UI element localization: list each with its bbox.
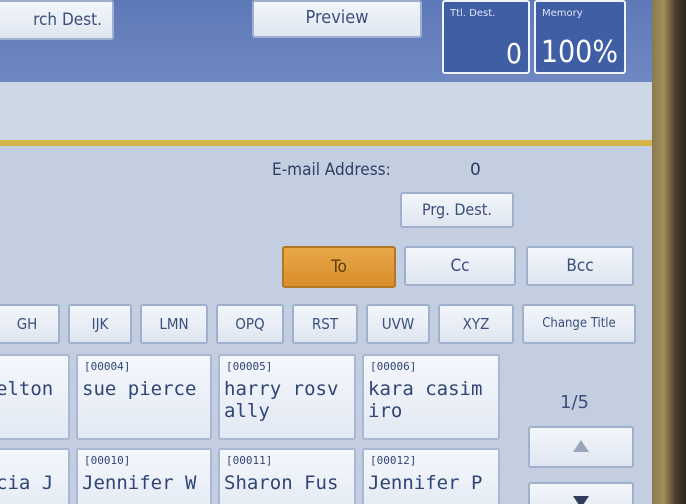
page-down-button[interactable]: [528, 482, 634, 504]
destination-number: [00011]: [226, 454, 273, 467]
destination-name: Jennifer W: [82, 472, 197, 494]
arrow-down-icon: [573, 496, 589, 504]
destination-name: harry rosv ally: [224, 378, 350, 422]
tab-gh[interactable]: GH: [0, 304, 60, 344]
tab-rst[interactable]: RST: [292, 304, 358, 344]
destination-card[interactable]: cia J: [0, 448, 70, 504]
destination-card[interactable]: [00004] sue pierce: [76, 354, 212, 440]
destination-name: Sharon Fus: [224, 472, 339, 494]
preview-button[interactable]: Preview: [252, 0, 422, 38]
email-address-count: 0: [470, 160, 481, 180]
destination-card[interactable]: [00011] Sharon Fus: [218, 448, 356, 504]
destination-name: cia J: [0, 472, 54, 494]
destination-card[interactable]: elton: [0, 354, 70, 440]
destination-name: elton: [0, 378, 54, 400]
tab-opq[interactable]: OPQ: [216, 304, 284, 344]
destination-card[interactable]: [00010] Jennifer W: [76, 448, 212, 504]
destination-card[interactable]: [00005] harry rosv ally: [218, 354, 356, 440]
info-band: [0, 82, 652, 140]
bcc-button[interactable]: Bcc: [526, 246, 634, 286]
destination-number: [00012]: [370, 454, 417, 467]
search-dest-button[interactable]: rch Dest.: [0, 0, 114, 40]
page-indicator: 1/5: [560, 392, 589, 413]
memory-value: 100%: [540, 35, 618, 70]
tab-uvw[interactable]: UVW: [366, 304, 430, 344]
destination-name: sue pierce: [82, 378, 197, 400]
destination-name: Jennifer P: [368, 472, 483, 494]
destination-number: [00005]: [226, 360, 273, 373]
to-button[interactable]: To: [282, 246, 396, 288]
arrow-up-icon: [573, 440, 589, 452]
email-address-label: E-mail Address:: [272, 160, 391, 180]
destination-number: [00004]: [84, 360, 131, 373]
memory-label: Memory: [542, 8, 583, 19]
destination-number: [00006]: [370, 360, 417, 373]
page-up-button[interactable]: [528, 426, 634, 468]
memory-counter: Memory 100%: [534, 0, 626, 74]
tab-xyz[interactable]: XYZ: [438, 304, 514, 344]
device-bezel: [652, 0, 686, 504]
change-title-button[interactable]: Change Title: [522, 304, 636, 344]
destination-card[interactable]: [00006] kara casim iro: [362, 354, 500, 440]
destination-card[interactable]: [00012] Jennifer P: [362, 448, 500, 504]
tab-lmn[interactable]: LMN: [140, 304, 208, 344]
program-destination-button[interactable]: Prg. Dest.: [400, 192, 514, 228]
destination-name: kara casim iro: [368, 378, 494, 422]
destination-number: [00010]: [84, 454, 131, 467]
total-dest-value: 0: [505, 37, 522, 70]
tab-ijk[interactable]: IJK: [68, 304, 132, 344]
cc-button[interactable]: Cc: [404, 246, 516, 286]
total-destinations-counter: Ttl. Dest. 0: [442, 0, 530, 74]
touch-panel-screen: rch Dest. Preview Ttl. Dest. 0 Memory 10…: [0, 0, 652, 504]
total-dest-label: Ttl. Dest.: [450, 8, 496, 19]
